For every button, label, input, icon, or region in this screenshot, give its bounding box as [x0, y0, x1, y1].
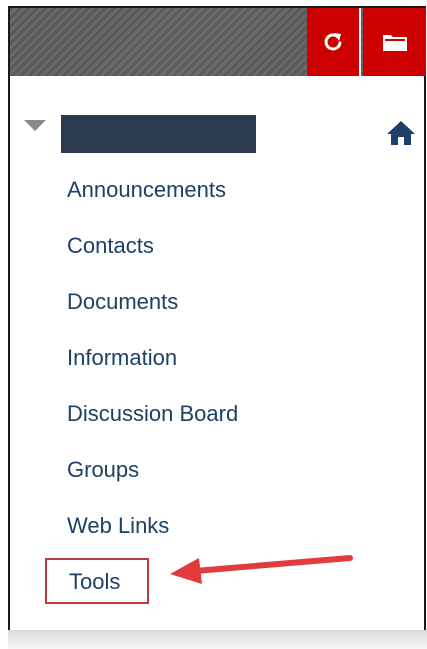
refresh-icon [324, 33, 342, 51]
menu-item-information[interactable]: Information [67, 344, 177, 372]
menu-item-tools-label: Tools [69, 569, 121, 594]
course-menu-header [10, 8, 426, 76]
folder-view-button[interactable] [363, 8, 426, 76]
menu-item-groups[interactable]: Groups [67, 456, 139, 484]
menu-item-documents[interactable]: Documents [67, 288, 178, 316]
refresh-button[interactable] [307, 8, 361, 76]
pointer-arrow-icon [170, 555, 353, 584]
caret-down-icon[interactable] [24, 120, 46, 131]
bottom-shadow [8, 630, 427, 649]
menu-item-contacts[interactable]: Contacts [67, 232, 154, 260]
menu-item-discussion-board[interactable]: Discussion Board [67, 400, 238, 428]
course-title-redacted[interactable] [61, 115, 256, 153]
menu-item-web-links[interactable]: Web Links [67, 512, 169, 540]
home-icon[interactable] [385, 119, 417, 147]
menu-item-tools[interactable]: Tools [45, 558, 149, 604]
course-menu-panel: Announcements Contacts Documents Informa… [8, 6, 426, 632]
menu-item-announcements[interactable]: Announcements [67, 176, 226, 204]
folder-icon [382, 35, 407, 51]
